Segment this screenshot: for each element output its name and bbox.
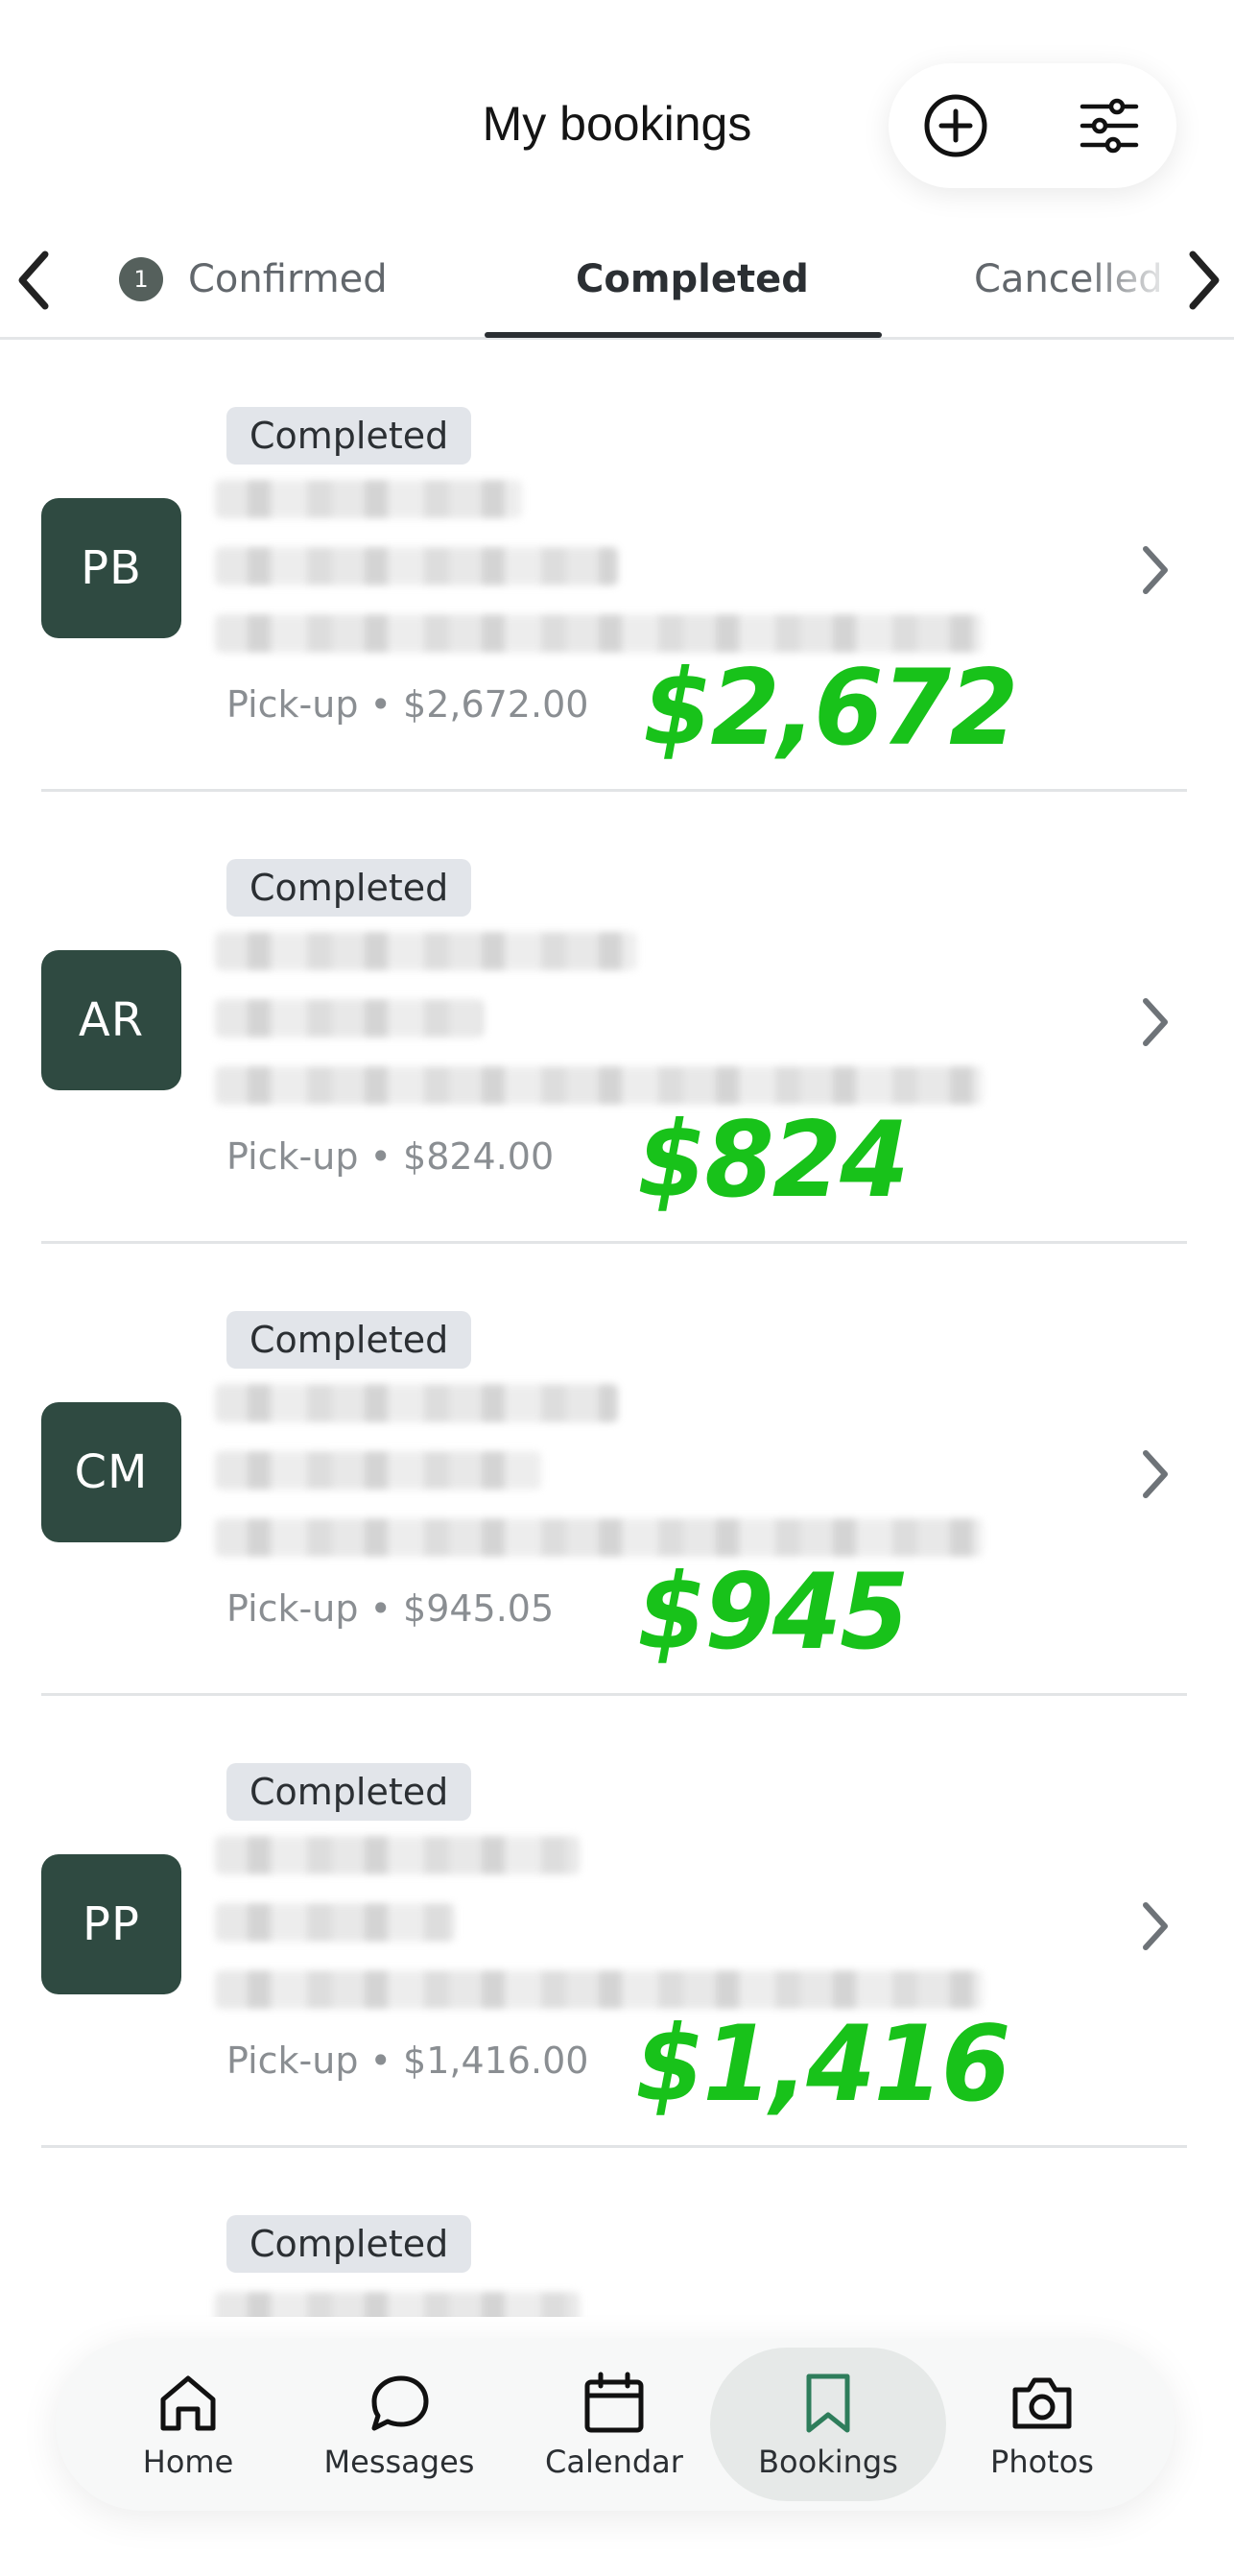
app-header: My bookings [0,0,1234,221]
redacted-customer-name [215,1836,580,1874]
nav-photos[interactable]: Photos [937,2338,1148,2511]
status-badge: Completed [226,859,472,917]
bookings-list: Completed PB Pick-up • $2,672.00 $2,672 … [0,340,1234,2317]
handwritten-amount-annotation: $1,416 [635,2001,1010,2126]
booking-tabs: 1 Confirmed Completed Cancelled [0,221,1234,340]
status-badge: Completed [226,2215,472,2273]
tabs-scroll-left-button[interactable] [0,242,67,319]
avatar: AR [41,950,181,1090]
header-actions [889,63,1176,188]
add-booking-button[interactable] [917,87,994,164]
nav-messages[interactable]: Messages [294,2338,505,2511]
booking-card[interactable]: Completed [0,2148,1234,2317]
status-badge: Completed [226,1311,472,1369]
redacted-customer-name [215,1384,618,1422]
chevron-right-icon [1143,1450,1168,1498]
tab-confirmed[interactable]: 1 Confirmed [119,246,388,313]
nav-bookings[interactable]: Bookings [710,2348,946,2501]
tab-completed[interactable]: Completed [576,246,809,313]
redacted-customer-name [215,932,637,970]
chevron-right-icon [1189,250,1220,310]
tabs-scroll-right-button[interactable] [1171,242,1234,319]
active-tab-indicator [485,332,882,338]
filter-button[interactable] [1071,87,1148,164]
chevron-right-icon [1143,1902,1168,1950]
chevron-right-icon [1143,546,1168,594]
status-badge: Completed [226,1763,472,1821]
redacted-date [215,999,484,1038]
sliders-icon [1080,98,1139,154]
calendar-icon [584,2372,644,2433]
nav-label: Home [142,2444,234,2480]
booking-card[interactable]: Completed PB Pick-up • $2,672.00 $2,672 [0,340,1234,792]
booking-card[interactable]: Completed AR Pick-up • $824.00 $824 [0,792,1234,1244]
handwritten-amount-annotation: $824 [637,1097,909,1222]
nav-label: Messages [323,2444,475,2480]
booking-card[interactable]: Completed CM Pick-up • $945.05 $945 [0,1244,1234,1696]
redacted-date [215,1451,541,1490]
message-bubble-icon [371,2375,429,2431]
confirmed-count-badge: 1 [119,257,163,301]
avatar: PP [41,1854,181,1994]
handwritten-amount-annotation: $2,672 [643,645,1018,770]
pickup-price: Pick-up • $1,416.00 [226,2039,589,2082]
pickup-price: Pick-up • $2,672.00 [226,683,589,726]
nav-label: Photos [990,2444,1094,2480]
redacted-customer-name [215,480,522,518]
home-icon [160,2375,216,2431]
avatar: CM [41,1402,181,1542]
pickup-price: Pick-up • $824.00 [226,1135,555,1178]
status-badge: Completed [226,407,472,465]
tab-label: Confirmed [188,257,388,301]
avatar: PB [41,498,181,638]
booking-card[interactable]: Completed PP Pick-up • $1,416.00 $1,416 [0,1696,1234,2148]
pickup-price: Pick-up • $945.05 [226,1587,555,1630]
bottom-navigation: Home Messages Calendar Bookings Photos [56,2338,1175,2511]
tab-label: Completed [576,257,809,301]
handwritten-amount-annotation: $945 [637,1549,909,1674]
nav-home[interactable]: Home [83,2338,294,2511]
nav-calendar[interactable]: Calendar [509,2338,720,2511]
plus-circle-icon [924,94,987,157]
nav-label: Calendar [545,2444,683,2480]
bookmark-icon [806,2373,850,2433]
camera-icon [1012,2377,1072,2429]
redacted-date [215,547,618,585]
redacted-customer-name [215,2292,580,2317]
nav-label: Bookings [758,2444,898,2480]
redacted-date [215,1903,455,1942]
chevron-left-icon [18,250,49,310]
chevron-right-icon [1143,998,1168,1046]
